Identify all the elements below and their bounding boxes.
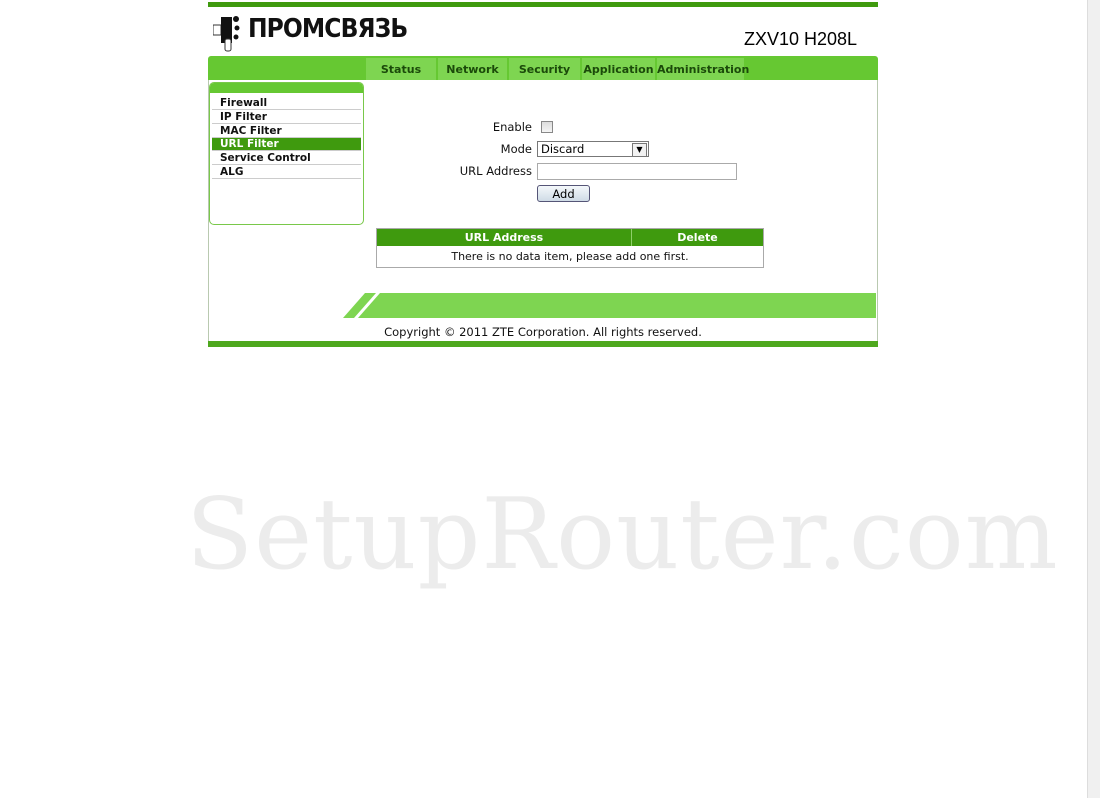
sidebar: Firewall IP Filter MAC Filter URL Filter… (209, 82, 364, 225)
column-header-delete: Delete (632, 229, 763, 246)
url-address-label: URL Address (459, 164, 532, 178)
sidebar-item-ip-filter[interactable]: IP Filter (212, 111, 361, 124)
url-filter-table: URL Address Delete There is no data item… (376, 228, 764, 268)
enable-label: Enable (492, 120, 532, 134)
mode-label: Mode (500, 142, 532, 156)
empty-message: There is no data item, please add one fi… (451, 250, 689, 263)
column-header-url-address: URL Address (377, 229, 632, 246)
sidebar-item-mac-filter[interactable]: MAC Filter (212, 125, 361, 138)
bottom-bar (208, 341, 878, 347)
tab-status[interactable]: Status (366, 58, 436, 80)
mode-select[interactable]: Discard ▼ (537, 141, 649, 157)
footer-band (343, 293, 876, 318)
logo-text: ПРОМСВЯЗЬ (248, 14, 408, 44)
device-model: ZXV10 H208L (744, 29, 858, 49)
mode-value: Discard (541, 142, 585, 156)
add-button[interactable]: Add (537, 185, 590, 202)
url-address-input[interactable] (537, 163, 737, 180)
sidebar-item-service-control[interactable]: Service Control (212, 152, 361, 165)
sidebar-item-alg[interactable]: ALG (212, 166, 361, 179)
sidebar-item-firewall[interactable]: Firewall (212, 97, 361, 110)
main-nav: Status Network Security Application Admi… (208, 56, 878, 80)
tab-application[interactable]: Application (582, 58, 655, 80)
scrollbar[interactable] (1087, 0, 1100, 798)
sidebar-item-url-filter[interactable]: URL Filter (212, 138, 361, 151)
tab-network[interactable]: Network (438, 58, 507, 80)
enable-checkbox[interactable] (541, 121, 553, 133)
tab-security[interactable]: Security (509, 58, 580, 80)
copyright-text: Copyright © 2011 ZTE Corporation. All ri… (384, 325, 702, 339)
top-bar (208, 2, 878, 7)
tab-administration[interactable]: Administration (657, 58, 749, 80)
chevron-down-icon[interactable]: ▼ (632, 143, 647, 157)
sidebar-header (210, 83, 363, 93)
watermark: SetupRouter.com (186, 478, 1059, 592)
